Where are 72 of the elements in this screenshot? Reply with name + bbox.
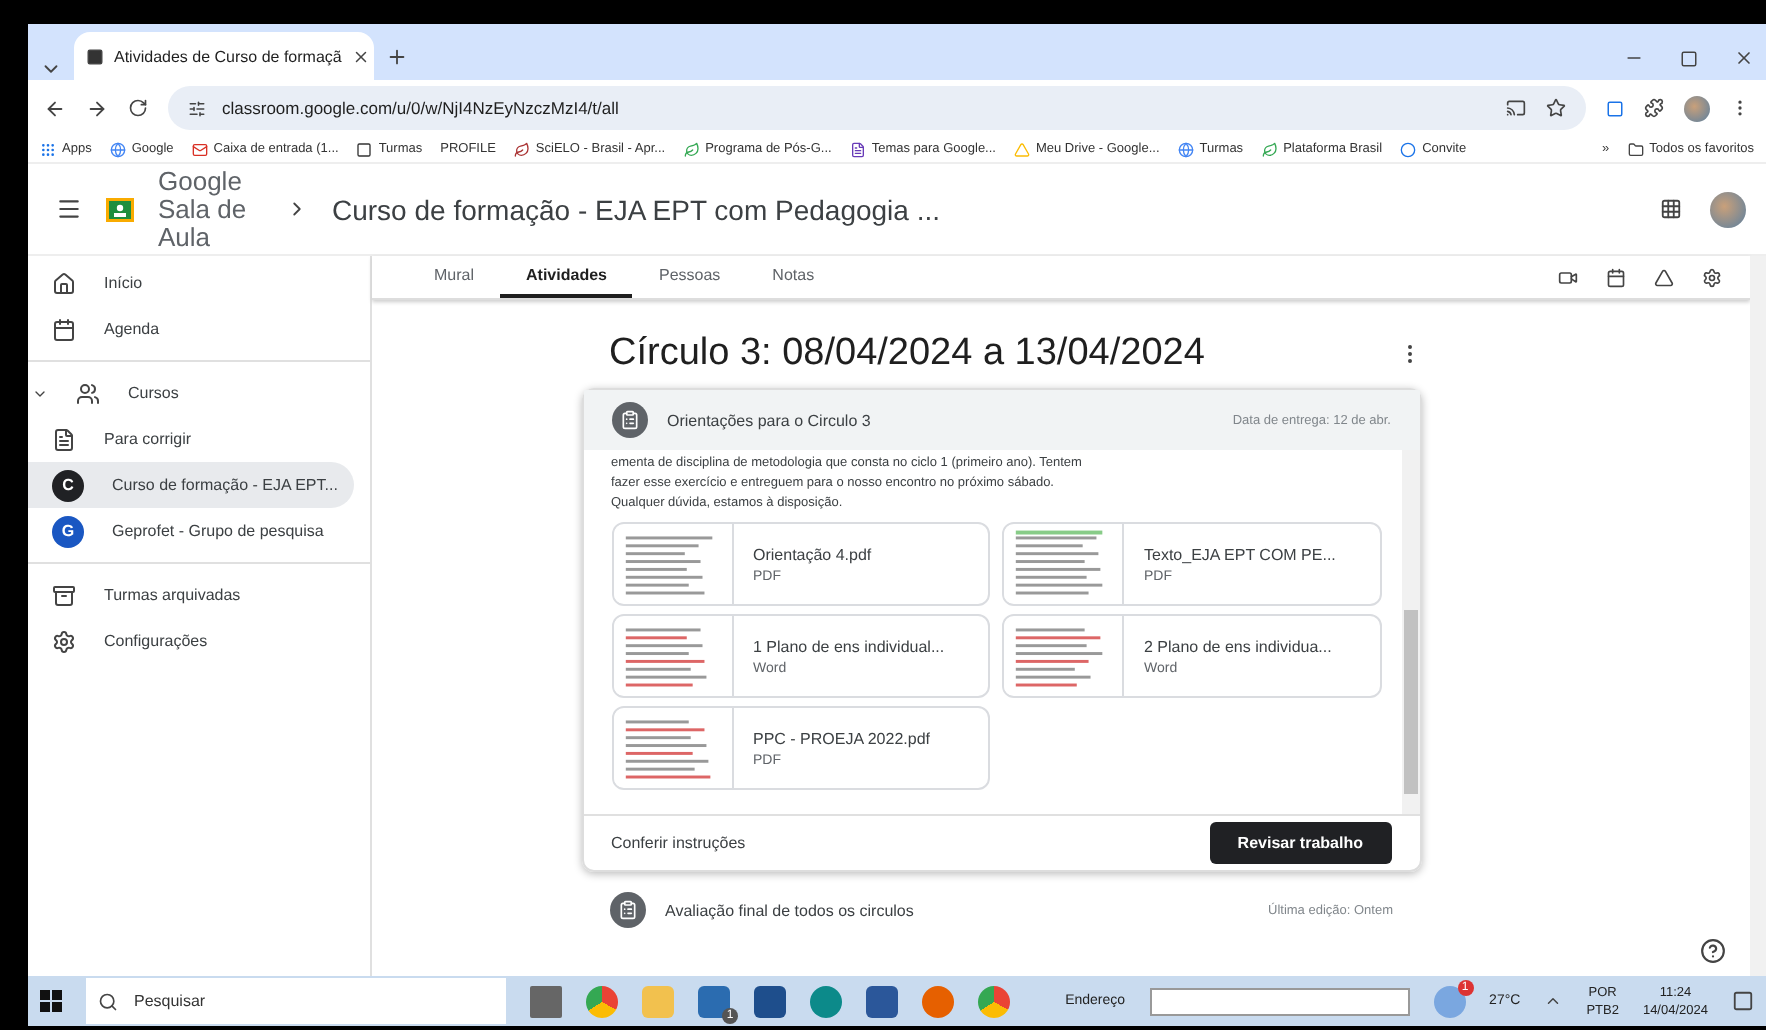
file-name: PPC - PROEJA 2022.pdf: [753, 729, 930, 747]
document-thumbnail: [1004, 616, 1124, 696]
tab[interactable]: Atividades: [500, 256, 633, 298]
leaf-icon: [683, 141, 700, 157]
document-thumbnail: [613, 708, 733, 788]
home-icon: [52, 271, 76, 295]
mail-icon: [191, 141, 208, 157]
menu-icon[interactable]: [56, 196, 82, 222]
classroom-logo-icon: [106, 197, 134, 221]
new-tab-icon[interactable]: [386, 46, 408, 68]
settings-icon: [52, 629, 76, 653]
back-icon[interactable]: [44, 97, 66, 119]
sidebar-item[interactable]: Turmas arquivadas: [28, 572, 354, 618]
file-name: Texto_EJA EPT COM PE...: [1144, 545, 1336, 563]
maximize-icon[interactable]: [1680, 48, 1698, 68]
document-thumbnail: [613, 616, 733, 696]
cast-icon[interactable]: [1506, 98, 1526, 118]
document-thumbnail: [613, 524, 733, 604]
file-name: 1 Plano de ens individual...: [753, 637, 945, 655]
apps-icon: [40, 141, 56, 157]
assignment-title[interactable]: Orientações para o Circulo 3: [667, 411, 871, 429]
topic-title: Círculo 3: 08/04/2024 a 13/04/2024: [609, 332, 1205, 376]
close-icon[interactable]: [1734, 48, 1754, 68]
file-name: 2 Plano de ens individua...: [1144, 637, 1332, 655]
sidebar-item[interactable]: Configurações: [28, 618, 354, 664]
course-avatar: G: [52, 515, 84, 547]
tab[interactable]: Pessoas: [632, 256, 747, 298]
circle-icon: [1400, 141, 1417, 157]
review-button[interactable]: Revisar trabalho: [1209, 822, 1391, 864]
assignment-icon: [609, 892, 645, 928]
review-icon: [52, 427, 76, 451]
address-bar[interactable]: classroom.google.com/u/0/w/NjI4NzEyNzczMzI4/t/all: [168, 86, 1586, 130]
file-name: Orientação 4.pdf: [753, 545, 872, 563]
tab[interactable]: Notas: [746, 256, 841, 298]
search-icon: [98, 991, 118, 1011]
calendar-icon[interactable]: [1606, 267, 1626, 287]
site-settings-icon[interactable]: [188, 99, 206, 117]
document-thumbnail: [1004, 524, 1124, 604]
taskbar-search[interactable]: Pesquisar: [86, 978, 506, 1024]
browser-tab[interactable]: Atividades de Curso de formaçã: [74, 32, 374, 80]
leaf-icon: [1261, 141, 1278, 157]
instructions-link[interactable]: Conferir instruções: [611, 834, 746, 852]
address-field[interactable]: [1149, 987, 1410, 1015]
avatar[interactable]: [1684, 95, 1710, 121]
windows-icon[interactable]: [40, 990, 62, 1012]
reload-icon[interactable]: [128, 98, 148, 118]
help-icon[interactable]: [1700, 938, 1726, 964]
apps-grid-icon[interactable]: [1660, 198, 1682, 220]
tray-icon[interactable]: [1544, 992, 1563, 1010]
video-icon[interactable]: [1558, 267, 1578, 287]
calendar-icon: [52, 317, 76, 341]
sidebar-item[interactable]: G Geprofet - Grupo de pesquisa: [28, 508, 354, 554]
avatar[interactable]: [1710, 191, 1746, 227]
sidebar-item[interactable]: Cursos: [28, 370, 354, 416]
sidebar-item[interactable]: Início: [28, 260, 354, 306]
archive-icon: [52, 583, 76, 607]
forward-icon[interactable]: [86, 97, 108, 119]
sidebar-item[interactable]: Para corrigir: [28, 416, 354, 462]
courses-icon: [76, 381, 100, 405]
course-avatar: C: [52, 469, 84, 501]
close-icon[interactable]: [351, 47, 370, 65]
puzzle-icon[interactable]: [1644, 98, 1664, 118]
course-title[interactable]: Curso de formação - EJA EPT com Pedagogia ...: [332, 193, 941, 225]
url-text: classroom.google.com/u/0/w/NjI4NzEyNzczMzI4/t/all: [222, 98, 619, 118]
sidebar-item[interactable]: C Curso de formação - EJA EPT...: [28, 462, 354, 508]
star-icon[interactable]: [1546, 98, 1566, 118]
tab[interactable]: Mural: [408, 256, 501, 298]
app-name: Google Sala de Aula: [158, 167, 249, 251]
assignment-title[interactable]: Avaliação final de todos os circulos: [665, 901, 914, 919]
assignment-icon: [611, 402, 647, 438]
sidebar-item[interactable]: Agenda: [28, 306, 354, 352]
settings-icon[interactable]: [1702, 267, 1722, 287]
